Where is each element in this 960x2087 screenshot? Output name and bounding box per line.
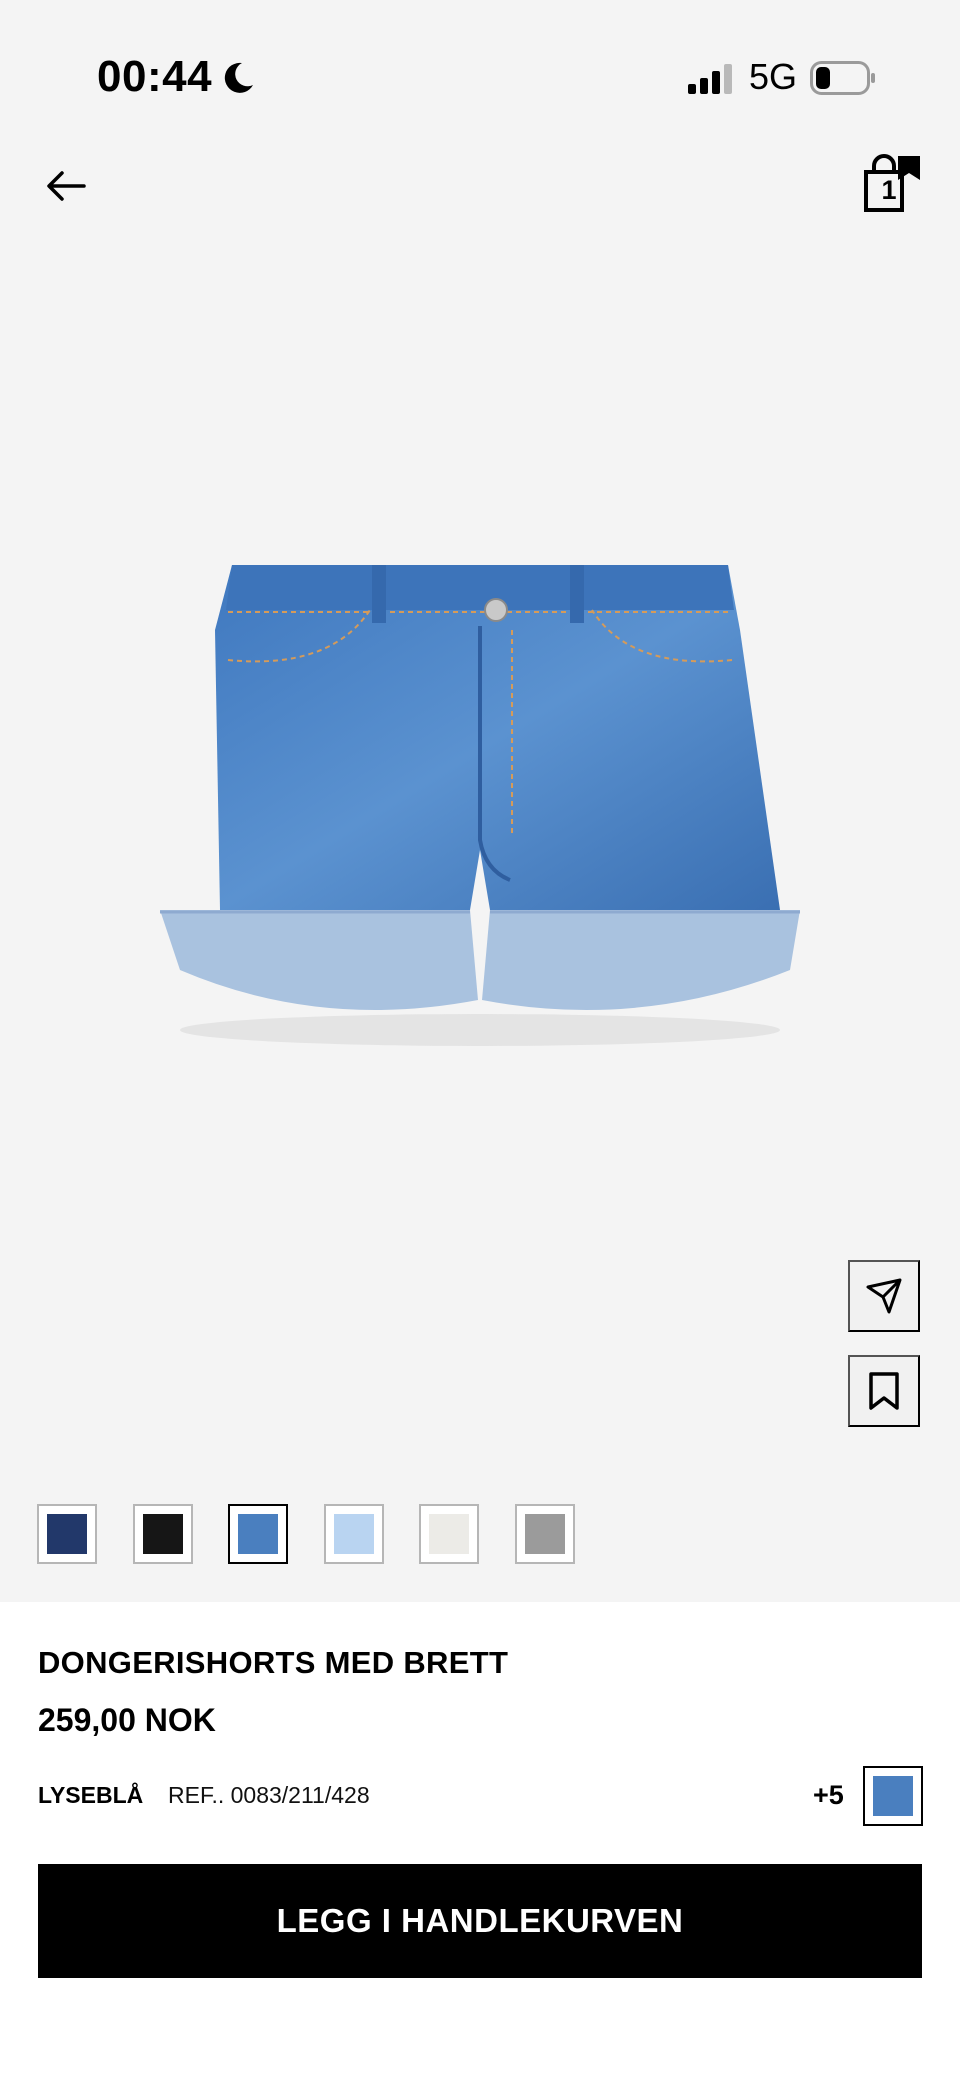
status-bar: 00:44 5G bbox=[0, 0, 960, 150]
color-thumbnail[interactable] bbox=[419, 1504, 479, 1564]
save-button[interactable] bbox=[848, 1355, 920, 1427]
current-color-swatch[interactable] bbox=[863, 1766, 923, 1826]
color-swatch bbox=[142, 1514, 183, 1554]
bookmark-icon bbox=[869, 1372, 899, 1410]
product-reference: REF.. 0083/211/428 bbox=[168, 1782, 370, 1808]
back-arrow-icon[interactable] bbox=[44, 164, 88, 208]
color-thumbnail[interactable] bbox=[323, 1504, 384, 1564]
share-button[interactable] bbox=[848, 1260, 920, 1332]
color-swatch bbox=[524, 1514, 565, 1554]
send-icon bbox=[866, 1278, 902, 1314]
add-to-cart-button[interactable]: LEGG I HANDLEKURVEN bbox=[38, 1864, 922, 1978]
color-thumbnail[interactable] bbox=[132, 1504, 193, 1564]
color-thumbnail[interactable] bbox=[228, 1504, 288, 1564]
moon-icon bbox=[224, 62, 253, 93]
color-swatch bbox=[238, 1514, 278, 1554]
more-colors-count[interactable]: +5 bbox=[813, 1780, 844, 1811]
bag-count-badge: 1 bbox=[881, 175, 897, 205]
product-gallery: 00:44 5G 1 bbox=[0, 0, 960, 1602]
color-swatch bbox=[47, 1514, 87, 1554]
battery-icon bbox=[810, 61, 875, 95]
color-swatch bbox=[429, 1514, 469, 1554]
status-time: 00:44 bbox=[97, 52, 213, 101]
product-title: DONGERISHORTS MED BRETT bbox=[38, 1645, 509, 1680]
selected-color-name: LYSEBLÅ bbox=[38, 1782, 144, 1808]
swatch-fill bbox=[873, 1776, 913, 1816]
signal-icon bbox=[688, 64, 732, 94]
network-label: 5G bbox=[749, 56, 798, 97]
color-thumbnail[interactable] bbox=[514, 1504, 575, 1564]
product-price: 259,00 NOK bbox=[38, 1702, 216, 1738]
color-swatch bbox=[333, 1514, 374, 1554]
color-thumbnail[interactable] bbox=[37, 1504, 97, 1564]
denim-shorts-image[interactable] bbox=[140, 550, 820, 1060]
